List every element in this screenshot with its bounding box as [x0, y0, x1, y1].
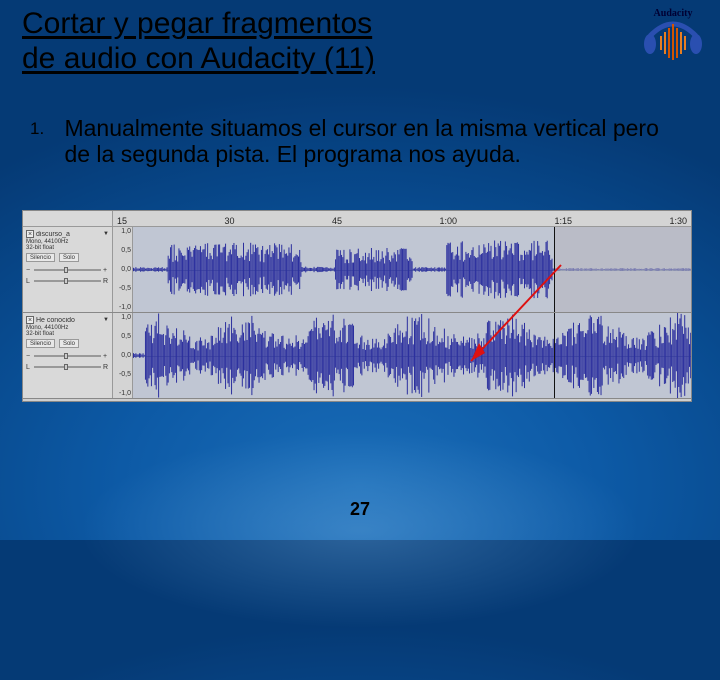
close-track-icon[interactable]: × [26, 230, 34, 238]
selection-region [554, 227, 691, 312]
svg-text:Audacity: Audacity [654, 8, 693, 19]
track-2-wave-area[interactable]: 1,0 0,5 0,0 -0,5 -1,0 [113, 313, 691, 398]
track-menu-icon[interactable]: ▼ [103, 317, 109, 323]
track-2: × He conocido ▼ Mono, 44100Hz 32-bit flo… [23, 313, 691, 399]
ruler-tick: 45 [332, 216, 342, 226]
body-list: 1. Manualmente situamos el cursor en la … [30, 115, 690, 168]
audacity-logo: Audacity [638, 6, 708, 62]
mute-button[interactable]: Silencio [26, 253, 55, 262]
ruler-tick: 15 [117, 216, 127, 226]
playback-cursor [554, 227, 555, 312]
audacity-screenshot: 15 30 45 1:00 1:15 1:30 × discurso_a ▼ M… [22, 210, 692, 402]
gain-slider[interactable]: −+ [26, 266, 109, 274]
ruler-tick: 1:30 [669, 216, 687, 226]
background-glow [0, 380, 720, 680]
ruler-tick: 1:15 [554, 216, 572, 226]
title-line-1: Cortar y pegar fragmentos [22, 7, 372, 40]
track-2-info2: 32-bit float [26, 331, 109, 337]
pan-slider[interactable]: LR [26, 277, 109, 285]
pan-slider[interactable]: LR [26, 363, 109, 371]
track-2-name: He conocido [36, 317, 101, 324]
ruler-tick: 1:00 [439, 216, 457, 226]
solo-button[interactable]: Solo [59, 253, 79, 262]
timeline-ruler: 15 30 45 1:00 1:15 1:30 [23, 211, 691, 227]
track-1-info2: 32-bit float [26, 245, 109, 251]
track-1: × discurso_a ▼ Mono, 44100Hz 32-bit floa… [23, 227, 691, 313]
waveform-1 [133, 227, 691, 312]
close-track-icon[interactable]: × [26, 316, 34, 324]
ruler-ticks: 15 30 45 1:00 1:15 1:30 [113, 211, 691, 226]
slide-title: Cortar y pegar fragmentos de audio con A… [22, 6, 375, 77]
page-number: 27 [350, 499, 370, 520]
track-1-header: × discurso_a ▼ Mono, 44100Hz 32-bit floa… [23, 227, 113, 312]
list-text: Manualmente situamos el cursor en la mis… [64, 115, 664, 168]
ruler-tick: 30 [224, 216, 234, 226]
mute-button[interactable]: Silencio [26, 339, 55, 348]
vertical-scale: 1,0 0,5 0,0 -0,5 -1,0 [113, 227, 133, 312]
list-number: 1. [30, 115, 60, 139]
track-1-name: discurso_a [36, 231, 101, 238]
solo-button[interactable]: Solo [59, 339, 79, 348]
title-line-2: de audio con Audacity (11) [22, 42, 375, 75]
waveform-2 [133, 313, 691, 398]
cursor-line [554, 313, 555, 398]
gain-slider[interactable]: −+ [26, 352, 109, 360]
track-menu-icon[interactable]: ▼ [103, 231, 109, 237]
track-2-header: × He conocido ▼ Mono, 44100Hz 32-bit flo… [23, 313, 113, 398]
track-1-wave-area[interactable]: 1,0 0,5 0,0 -0,5 -1,0 [113, 227, 691, 312]
vertical-scale: 1,0 0,5 0,0 -0,5 -1,0 [113, 313, 133, 398]
